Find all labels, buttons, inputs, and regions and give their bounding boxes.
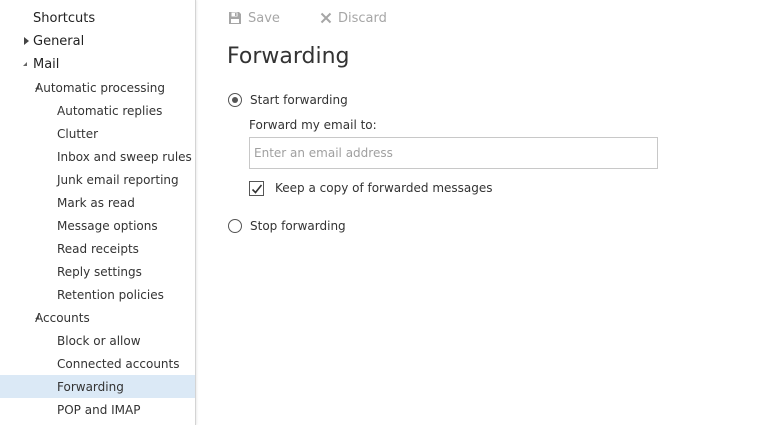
save-button[interactable]: Save xyxy=(228,7,280,29)
collapse-arrow-icon[interactable] xyxy=(22,59,32,69)
sidebar-item-forwarding[interactable]: Forwarding xyxy=(0,375,195,398)
save-button-label: Save xyxy=(248,10,280,26)
sidebar-item-label: Reply settings xyxy=(57,264,142,279)
sidebar-item-accounts[interactable]: Accounts xyxy=(0,306,195,329)
sidebar-item-automatic-processing[interactable]: Automatic processing xyxy=(0,76,195,99)
discard-button[interactable]: Discard xyxy=(320,7,387,29)
sidebar-item-message-options[interactable]: Message options xyxy=(0,214,195,237)
sidebar-item-junk-email-reporting[interactable]: Junk email reporting xyxy=(0,168,195,191)
sidebar-item-pop-and-imap[interactable]: POP and IMAP xyxy=(0,398,195,421)
stop-forwarding-radio[interactable] xyxy=(228,219,242,233)
keep-copy-option[interactable]: Keep a copy of forwarded messages xyxy=(249,179,493,197)
sidebar-item-label: General xyxy=(33,34,85,49)
sidebar-item-label: POP and IMAP xyxy=(57,402,141,417)
sidebar-item-reply-settings[interactable]: Reply settings xyxy=(0,260,195,283)
sidebar-item-label: Forwarding xyxy=(57,379,124,394)
start-forwarding-radio[interactable] xyxy=(228,93,242,107)
page-title: Forwarding xyxy=(227,44,350,69)
sidebar-item-label: Shortcuts xyxy=(33,11,96,26)
start-forwarding-label: Start forwarding xyxy=(250,93,348,107)
sidebar-item-label: Automatic processing xyxy=(35,80,166,95)
keep-copy-checkbox[interactable] xyxy=(249,180,264,196)
floppy-disk-icon xyxy=(229,12,241,24)
sidebar-item-read-receipts[interactable]: Read receipts xyxy=(0,237,195,260)
sidebar-item-label: Retention policies xyxy=(57,287,164,302)
checkmark-icon xyxy=(251,184,263,194)
discard-button-label: Discard xyxy=(338,10,387,26)
sidebar-item-connected-accounts[interactable]: Connected accounts xyxy=(0,352,195,375)
sidebar-item-label: Accounts xyxy=(35,310,90,325)
forward-to-label: Forward my email to: xyxy=(249,118,377,132)
sidebar-item-label: Clutter xyxy=(57,126,99,141)
sidebar-item-label: Read receipts xyxy=(57,241,139,256)
sidebar-item-label: Block or allow xyxy=(57,333,141,348)
sidebar-item-general[interactable]: General xyxy=(0,30,195,53)
forward-email-input[interactable] xyxy=(249,137,658,169)
start-forwarding-option[interactable]: Start forwarding xyxy=(228,91,348,109)
stop-forwarding-option[interactable]: Stop forwarding xyxy=(228,217,346,235)
sidebar-item-label: Inbox and sweep rules xyxy=(57,149,192,164)
sidebar-item-label: Automatic replies xyxy=(57,103,163,118)
sidebar-item-label: Connected accounts xyxy=(57,356,180,371)
sidebar-item-label: Mail xyxy=(33,57,60,72)
sidebar-item-automatic-replies[interactable]: Automatic replies xyxy=(0,99,195,122)
sidebar-item-mark-as-read[interactable]: Mark as read xyxy=(0,191,195,214)
x-icon xyxy=(320,12,332,24)
sidebar-item-block-or-allow[interactable]: Block or allow xyxy=(0,329,195,352)
sidebar-item-label: Mark as read xyxy=(57,195,135,210)
keep-copy-label: Keep a copy of forwarded messages xyxy=(275,181,493,195)
expand-arrow-icon[interactable] xyxy=(22,36,32,46)
stop-forwarding-label: Stop forwarding xyxy=(250,219,346,233)
settings-sidebar: Shortcuts General Mail Automatic processing… xyxy=(0,0,196,425)
sidebar-item-inbox-and-sweep-rules[interactable]: Inbox and sweep rules xyxy=(0,145,195,168)
sidebar-item-mail[interactable]: Mail xyxy=(0,53,195,76)
sidebar-item-clutter[interactable]: Clutter xyxy=(0,122,195,145)
sidebar-item-retention-policies[interactable]: Retention policies xyxy=(0,283,195,306)
sidebar-item-shortcuts[interactable]: Shortcuts xyxy=(0,7,195,30)
sidebar-item-label: Junk email reporting xyxy=(57,172,179,187)
sidebar-item-label: Message options xyxy=(57,218,158,233)
main-panel: Save Discard Forwarding Start forwarding… xyxy=(197,0,773,425)
